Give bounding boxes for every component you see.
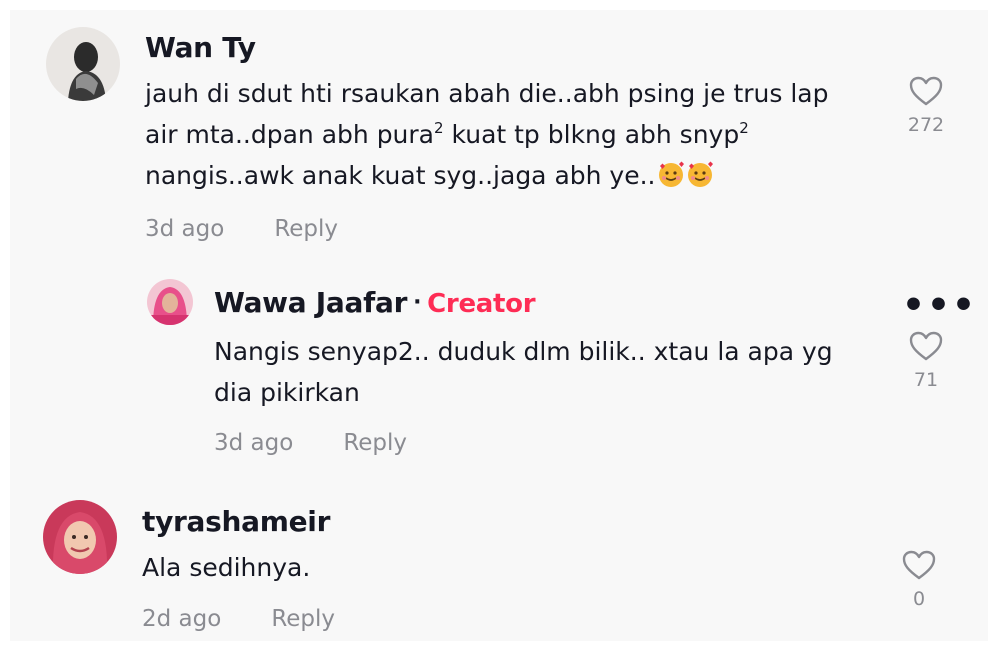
avatar[interactable] [147, 279, 193, 325]
comment-text: Nangis senyap2.. duduk dlm bilik.. xtau … [214, 331, 894, 413]
avatar[interactable] [43, 500, 117, 574]
comment-time: 3d ago [214, 430, 294, 456]
heart-icon [902, 550, 936, 580]
comment-text-part: nangis..awk anak kuat syg..jaga abh ye.. [145, 161, 656, 190]
comment-time: 3d ago [145, 216, 225, 242]
avatar[interactable] [46, 27, 120, 101]
comment-line: nangis..awk anak kuat syg..jaga abh ye.. [145, 155, 885, 196]
separator-dot: · [413, 290, 422, 315]
reply-button[interactable]: Reply [274, 216, 338, 242]
like-count: 0 [912, 588, 926, 610]
comment-meta: 2d ago Reply [142, 606, 335, 632]
like-button[interactable]: 71 [896, 331, 956, 391]
comment-text: jauh di sdut hti rsaukan abah die..abh p… [145, 73, 885, 196]
username[interactable]: tyrashameir [142, 505, 330, 538]
comment-meta: 3d ago Reply [145, 216, 338, 242]
comment-text-part: air mta..dpan abh pura [145, 120, 435, 149]
reply-button[interactable]: Reply [271, 606, 335, 632]
like-count: 71 [913, 369, 939, 391]
comment-line: Ala sedihnya. [142, 553, 311, 582]
username[interactable]: Wan Ty [145, 31, 256, 64]
heart-icon [909, 76, 943, 106]
comment-time: 2d ago [142, 606, 222, 632]
username[interactable]: Wawa Jaafar [214, 286, 407, 319]
comment-text-part: kuat tp blkng abh snyp [443, 120, 740, 149]
heart-icon [909, 331, 943, 361]
comment-text: Ala sedihnya. [142, 547, 842, 588]
comment-line: Nangis senyap2.. duduk dlm bilik.. xtau … [214, 337, 833, 366]
creator-badge: Creator [427, 289, 536, 319]
creator-header: Wawa Jaafar · Creator [214, 286, 536, 319]
superscript: 2 [434, 119, 444, 137]
reply-button[interactable]: Reply [343, 430, 407, 456]
like-button[interactable]: 272 [896, 76, 956, 136]
like-count: 272 [907, 114, 945, 136]
smiling-face-with-hearts-icon [657, 159, 685, 187]
comment-meta: 3d ago Reply [214, 430, 407, 456]
comment-list: Wan Ty jauh di sdut hti rsaukan abah die… [10, 10, 988, 641]
comment-line: jauh di sdut hti rsaukan abah die..abh p… [145, 79, 829, 108]
comment-line: dia pikirkan [214, 378, 360, 407]
comment-line: air mta..dpan abh pura2 kuat tp blkng ab… [145, 114, 885, 155]
smiling-face-with-hearts-icon [686, 159, 714, 187]
superscript: 2 [739, 119, 749, 137]
like-button[interactable]: 0 [889, 550, 949, 610]
more-options-icon[interactable]: ••• [902, 288, 977, 324]
